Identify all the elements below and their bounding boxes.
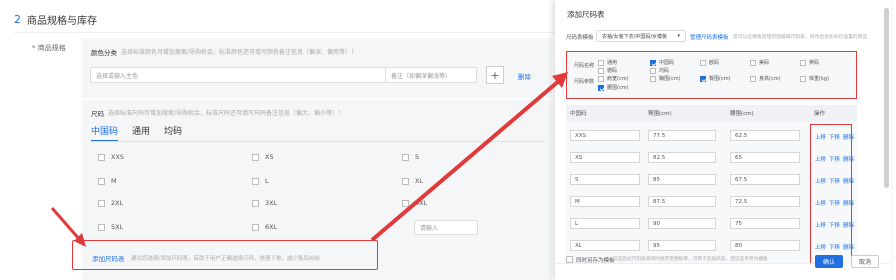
arrow-up-line <box>370 78 562 242</box>
annotation-arrows <box>50 72 568 247</box>
arrow-down-line <box>50 207 82 241</box>
